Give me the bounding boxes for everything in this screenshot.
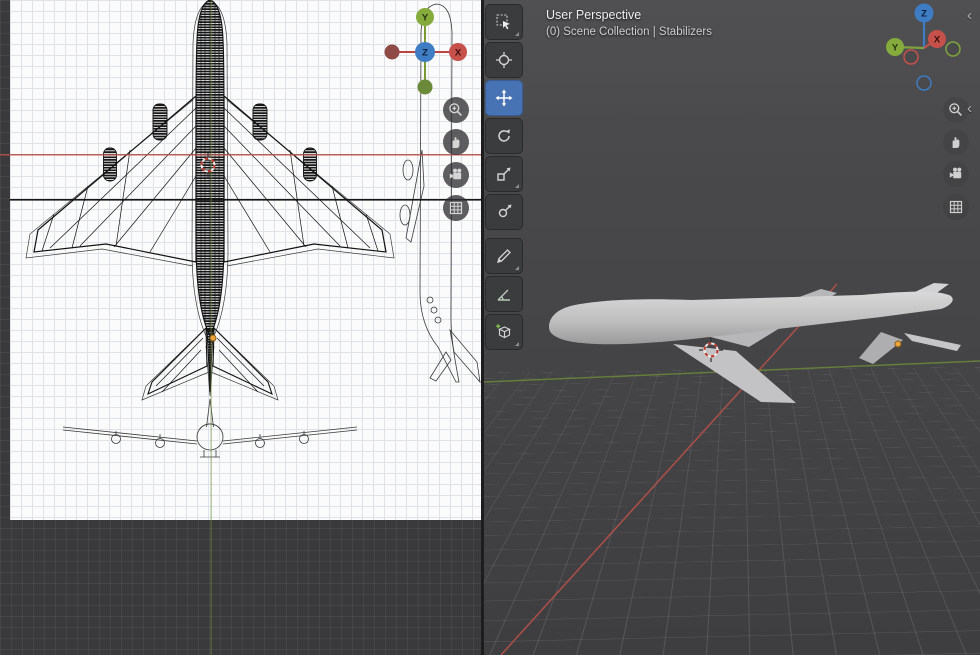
select-box-tool[interactable] <box>485 4 523 40</box>
blueprint-drawing <box>25 0 481 458</box>
camera-view-button[interactable] <box>443 162 469 188</box>
measure-icon <box>497 289 510 301</box>
airplane-mesh-object[interactable] <box>33 0 387 396</box>
grid-icon <box>449 201 463 215</box>
cursor-tool-icon <box>496 52 512 68</box>
gizmo-z-minus-ball[interactable] <box>916 75 932 91</box>
scene-canvas[interactable]: Z X Y <box>484 0 980 655</box>
stabilizers-mesh[interactable] <box>147 326 273 396</box>
tool-toolbar <box>485 4 527 352</box>
grid-icon <box>949 200 963 214</box>
select-box-icon <box>496 14 510 30</box>
blueprint-side-view <box>399 3 481 384</box>
far-stabilizer <box>904 333 961 351</box>
zoom-button[interactable] <box>443 97 469 123</box>
scale-tool[interactable] <box>485 156 523 192</box>
rotate-tool[interactable] <box>485 118 523 154</box>
zoom-button[interactable] <box>943 97 969 123</box>
transform-tool[interactable] <box>485 194 523 230</box>
move-tool[interactable] <box>485 80 523 116</box>
gizmo-z-label: Z <box>921 9 927 20</box>
magnifier-icon <box>949 103 962 116</box>
annotate-tool[interactable] <box>485 238 523 274</box>
grid-toggle-button[interactable] <box>443 195 469 221</box>
camera-icon <box>449 168 462 180</box>
hand-icon <box>452 137 460 148</box>
overlay-collapse-arrow[interactable]: ‹ <box>967 101 972 116</box>
blueprint-front-view <box>62 398 358 458</box>
transform-icon <box>498 204 512 218</box>
object-origin-dot[interactable] <box>894 340 902 348</box>
rotate-icon <box>498 129 510 142</box>
scale-icon <box>497 167 511 181</box>
annotate-pencil-icon <box>497 249 511 263</box>
gizmo-y-label: Y <box>892 43 899 54</box>
gizmo-y-minus-ball[interactable] <box>945 41 961 57</box>
blueprint-reference-image <box>10 0 481 520</box>
move-icon <box>495 89 513 107</box>
magnifier-icon <box>449 103 462 116</box>
gizmo-x-minus-ball[interactable] <box>903 49 919 65</box>
add-cube-icon <box>496 324 511 339</box>
right-viewport-perspective[interactable]: Z X Y User Perspective (0) Scene Collect… <box>484 0 980 655</box>
pan-button[interactable] <box>943 129 969 155</box>
camera-icon <box>949 167 962 179</box>
left-viewport-top-ortho[interactable]: Y X Z <box>0 0 481 655</box>
pan-button[interactable] <box>443 129 469 155</box>
blender-window: Y X Z Z X Y User Perspective (0) Scene C… <box>0 0 980 655</box>
cursor-tool[interactable] <box>485 42 523 78</box>
near-stabilizer <box>859 332 903 364</box>
measure-tool[interactable] <box>485 276 523 312</box>
add-cube-tool[interactable] <box>485 314 523 350</box>
camera-view-button[interactable] <box>943 161 969 187</box>
gizmo-x-label: X <box>934 35 941 46</box>
hand-icon <box>952 137 960 148</box>
right-axis-gizmo[interactable]: Z X Y <box>886 3 961 91</box>
sidebar-collapse-arrow[interactable]: ‹ <box>967 8 972 23</box>
grid-toggle-button[interactable] <box>943 194 969 220</box>
